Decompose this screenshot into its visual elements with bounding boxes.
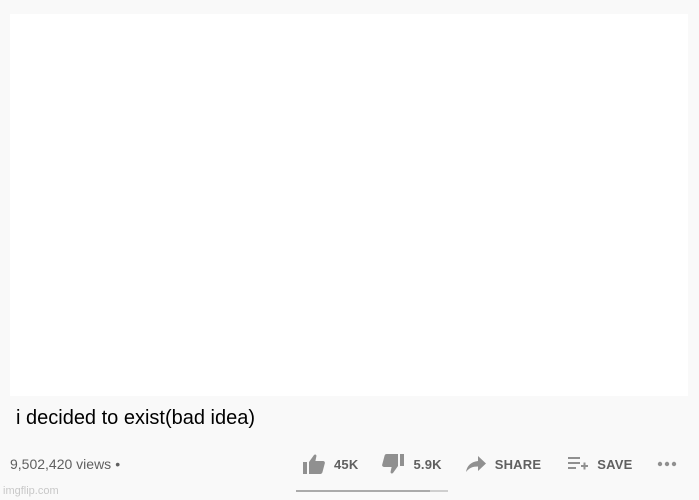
separator-dot: • bbox=[115, 456, 121, 472]
like-count: 45K bbox=[334, 456, 359, 472]
video-title: i decided to exist(bad idea) bbox=[16, 407, 256, 429]
dislike-button[interactable]: 5.9K bbox=[382, 452, 442, 476]
save-button[interactable]: SAVE bbox=[568, 452, 632, 476]
more-actions-button[interactable] bbox=[657, 452, 677, 476]
more-horizontal-icon bbox=[658, 461, 677, 467]
view-count: 9,502,420 views bbox=[10, 456, 112, 472]
sentiment-bar bbox=[296, 490, 448, 492]
action-bar: 45K 5.9K SHARE SAVE bbox=[300, 452, 677, 476]
playlist-add-icon bbox=[568, 457, 589, 470]
like-button[interactable]: 45K bbox=[303, 452, 358, 476]
save-label: SAVE bbox=[597, 456, 633, 472]
imgflip-watermark: imgflip.com bbox=[3, 485, 59, 497]
share-button[interactable]: SHARE bbox=[465, 452, 542, 476]
thumbs-down-icon bbox=[382, 454, 405, 474]
dislike-count: 5.9K bbox=[413, 456, 442, 472]
video-player[interactable] bbox=[10, 14, 688, 396]
share-arrow-icon bbox=[465, 456, 486, 472]
view-count-line: 9,502,420 views • bbox=[10, 455, 120, 473]
share-label: SHARE bbox=[494, 456, 542, 472]
thumbs-up-icon bbox=[303, 454, 325, 474]
sentiment-bar-fill bbox=[296, 490, 430, 492]
